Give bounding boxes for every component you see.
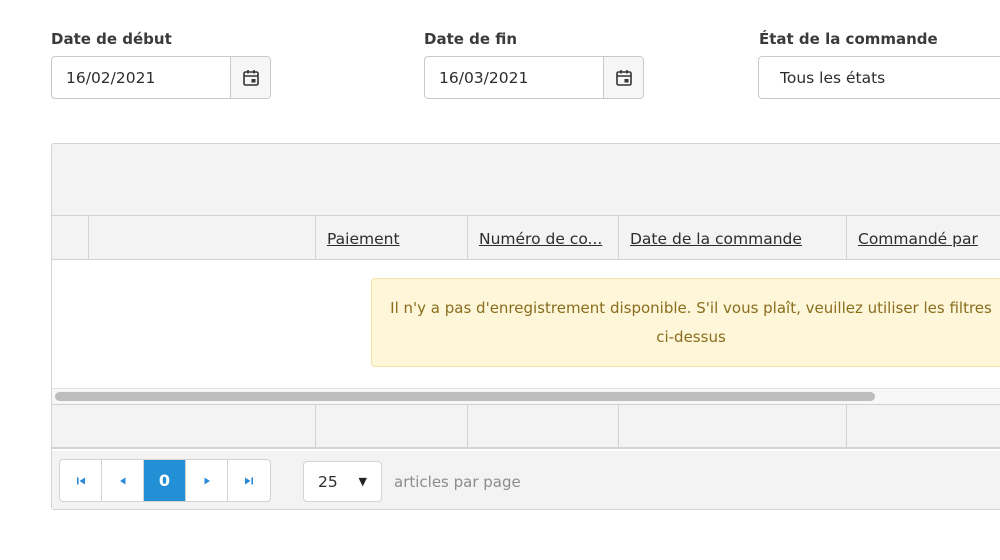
footer-cell xyxy=(467,405,618,447)
page-size-value: 25 xyxy=(318,472,338,491)
end-date-label: Date de fin xyxy=(424,30,518,48)
page-size-label: articles par page xyxy=(394,473,521,491)
current-page-button[interactable]: 0 xyxy=(144,460,186,501)
column-header-order-date[interactable]: Date de la commande xyxy=(618,216,846,260)
scrollbar-thumb[interactable] xyxy=(55,392,875,401)
grid-pager: 0 25 ▼ articles par page xyxy=(52,451,1000,509)
orders-grid: Paiement Numéro de co... Date de la comm… xyxy=(51,143,1000,510)
pagination-buttons: 0 xyxy=(59,459,271,502)
no-records-notice: Il n'y a pas d'enregistrement disponible… xyxy=(371,278,1000,367)
dropdown-arrow-icon: ▼ xyxy=(358,475,367,488)
horizontal-scrollbar[interactable] xyxy=(52,388,1000,405)
start-date-field[interactable]: 16/02/2021 xyxy=(51,56,271,99)
grid-header: Paiement Numéro de co... Date de la comm… xyxy=(52,216,1000,260)
order-state-label: État de la commande xyxy=(759,30,938,48)
page-next-icon[interactable] xyxy=(186,460,228,501)
page-first-icon[interactable] xyxy=(60,460,102,501)
column-header-ordered-by[interactable]: Commandé par xyxy=(846,216,1000,260)
calendar-icon[interactable] xyxy=(603,57,643,98)
column-header-order-number[interactable]: Numéro de co... xyxy=(467,216,618,260)
start-date-value[interactable]: 16/02/2021 xyxy=(52,57,230,98)
grid-body: Il n'y a pas d'enregistrement disponible… xyxy=(52,260,1000,388)
end-date-value[interactable]: 16/03/2021 xyxy=(425,57,603,98)
no-records-message-line1: Il n'y a pas d'enregistrement disponible… xyxy=(390,299,992,317)
end-date-field[interactable]: 16/03/2021 xyxy=(424,56,644,99)
grid-footer xyxy=(52,405,1000,449)
calendar-icon[interactable] xyxy=(230,57,270,98)
no-records-message-line2: ci-dessus xyxy=(656,328,726,346)
order-state-select[interactable]: Tous les états xyxy=(758,56,1000,99)
select-column-header[interactable] xyxy=(52,216,88,260)
footer-cell xyxy=(846,405,1000,447)
start-date-label: Date de début xyxy=(51,30,172,48)
grid-toolbar xyxy=(52,144,1000,216)
footer-cell xyxy=(618,405,846,447)
footer-cell xyxy=(315,405,467,447)
page-size-select[interactable]: 25 ▼ xyxy=(303,461,382,502)
column-header-payment[interactable]: Paiement xyxy=(315,216,467,260)
page-prev-icon[interactable] xyxy=(102,460,144,501)
actions-column-header xyxy=(88,216,315,260)
page-last-icon[interactable] xyxy=(228,460,270,501)
